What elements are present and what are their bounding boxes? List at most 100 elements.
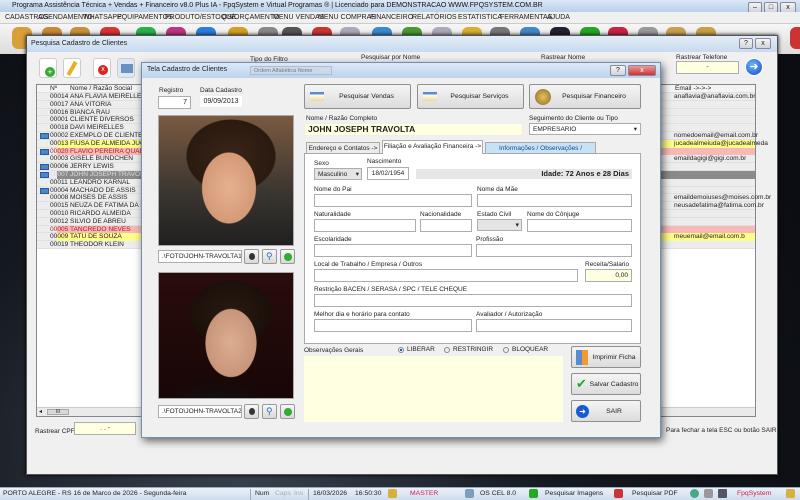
close-hint: Para fechar a tela ESC ou botão SAIR xyxy=(666,427,777,434)
nascimento-label: Nascimento xyxy=(367,158,402,165)
escolaridade-input[interactable] xyxy=(314,244,472,257)
menu-ajuda[interactable]: AJUDA xyxy=(547,12,570,24)
menu-menu-vendas[interactable]: MENU VENDAS xyxy=(273,12,324,24)
restricao-label: Restrição BACEN / SERASA / SPC / TELE CH… xyxy=(314,286,468,293)
track-phone-label: Rastrear Telefone xyxy=(676,54,728,61)
photo-1-path[interactable]: .\FOTO\JOHN-TRAVOLTA1. xyxy=(158,250,242,263)
save-button[interactable]: ✔ Salvar Cadastro xyxy=(571,373,641,395)
printer-icon[interactable] xyxy=(704,489,713,498)
avaliador-input[interactable] xyxy=(476,319,632,332)
go-arrow-button[interactable]: ➜ xyxy=(745,58,763,76)
avaliador-label: Avaliador / Autorização xyxy=(476,311,543,318)
track-phone-input[interactable]: - xyxy=(676,61,739,74)
row-num: 00003 xyxy=(50,155,69,163)
menu-whatsapp[interactable]: WHATSAPP xyxy=(83,12,122,24)
exit-button[interactable]: ➜ SAIR xyxy=(571,400,641,422)
row-num: 00005 xyxy=(50,225,69,233)
restricao-input[interactable] xyxy=(314,294,632,307)
data-cadastro-input[interactable]: 09/09/2013 xyxy=(199,95,243,108)
magnifier-icon: ⚲ xyxy=(266,251,273,261)
print-sheet-button[interactable]: Imprimir Ficha xyxy=(571,346,641,368)
status-os[interactable]: OS CEL 8.0 xyxy=(480,488,516,500)
search-photo-button-1[interactable]: ⚲ xyxy=(262,249,277,264)
edit-client-button[interactable] xyxy=(63,58,81,78)
chevron-down-icon: ▾ xyxy=(515,222,519,229)
search-financial-button[interactable]: Pesquisar Financeiro xyxy=(529,84,641,109)
scroll-left-icon[interactable]: ◂ xyxy=(39,408,42,415)
nome-input[interactable]: JOHN JOSEPH TRAVOLTA xyxy=(304,123,523,136)
close-button[interactable]: x xyxy=(628,65,656,76)
naturalidade-input[interactable] xyxy=(314,219,416,232)
search-sales-label: Pesquisar Vendas xyxy=(339,93,394,100)
row-email: emaildemoiuses@moises.com.br xyxy=(674,194,772,202)
plus-icon: + xyxy=(45,67,55,77)
refresh-icon[interactable] xyxy=(690,489,699,498)
webcam-button-2[interactable] xyxy=(244,404,259,419)
search-services-button[interactable]: Pesquisar Serviços xyxy=(417,84,524,109)
network-icon[interactable] xyxy=(718,489,727,498)
add-client-button[interactable]: + xyxy=(39,58,57,78)
row-email: jucadealmeiuda@jucadealmeda xyxy=(674,139,768,147)
estado-civil-select[interactable]: ▾ xyxy=(477,219,522,231)
delete-icon: x xyxy=(98,65,108,75)
tab-filiacao[interactable]: Filiação e Avaliação Financeira -> xyxy=(382,140,483,154)
receita-input[interactable]: 0,00 xyxy=(585,269,632,282)
pai-input[interactable] xyxy=(314,194,472,207)
menu-relat-rios[interactable]: RELATÓRIOS xyxy=(412,12,457,24)
track-cpf-input[interactable]: . . - xyxy=(74,422,136,435)
search-sales-button[interactable]: Pesquisar Vendas xyxy=(304,84,411,109)
track-name-label: Rastrear Nome xyxy=(541,54,586,61)
photo-attached-icon xyxy=(40,148,49,155)
mae-input[interactable] xyxy=(477,194,632,207)
segmento-select[interactable]: EMPRESARIO ▾ xyxy=(529,123,641,135)
contato-input[interactable] xyxy=(314,319,472,332)
menu-estatistica[interactable]: ESTATISTICA xyxy=(458,12,502,24)
help-button[interactable]: ? xyxy=(610,65,626,76)
scroll-thumb[interactable]: III xyxy=(47,409,69,415)
photo-2-path[interactable]: .\FOTO\JOHN-TRAVOLTA2. xyxy=(158,405,242,418)
receita-label: Receita/Salario xyxy=(585,261,630,268)
row-num: 00007 xyxy=(50,171,69,178)
row-num: 00020 xyxy=(50,147,69,155)
row-email: emaildagigi@gigi.com.br xyxy=(674,155,747,163)
header-email[interactable]: Email ->->-> xyxy=(675,85,711,93)
nascimento-input[interactable]: 18/02/1954 xyxy=(367,167,409,180)
trabalho-input[interactable] xyxy=(314,269,578,282)
menu-os-or-amento[interactable]: OS/ORÇAMENTO xyxy=(222,12,279,24)
client-photo-1 xyxy=(158,115,294,246)
row-num: 00015 xyxy=(50,202,69,210)
close-button[interactable]: x xyxy=(755,38,771,49)
conjuge-input[interactable] xyxy=(527,219,632,232)
header-num[interactable]: Nº xyxy=(50,85,57,93)
row-num: 00011 xyxy=(50,178,68,186)
exit-icon[interactable] xyxy=(790,27,800,49)
status-bar: PORTO ALEGRE - RS 16 de Marco de 2026 - … xyxy=(0,487,800,500)
nacionalidade-input[interactable] xyxy=(420,219,472,232)
webcam-button-1[interactable] xyxy=(244,249,259,264)
checkmark-icon: ✔ xyxy=(576,376,587,391)
radio-checked-icon xyxy=(398,347,404,353)
dialog-title-bar: Tela Cadastro de Clientes Ordem Alfabéti… xyxy=(142,63,660,78)
menu-menu-compras[interactable]: MENU COMPRAS xyxy=(318,12,376,24)
status-pesquisar-pdf[interactable]: Pesquisar PDF xyxy=(632,488,678,500)
print-button[interactable] xyxy=(117,58,135,78)
search-photo-button-2[interactable]: ⚲ xyxy=(262,404,277,419)
profissao-input[interactable] xyxy=(476,244,632,257)
menu-ferramentas[interactable]: FERRAMENTAS xyxy=(500,12,552,24)
sexo-select[interactable]: Masculino ▾ xyxy=(314,168,362,180)
help-button[interactable]: ? xyxy=(739,38,753,49)
header-name[interactable]: Nome / Razão Social xyxy=(70,85,132,93)
filter-type-select[interactable]: Ordem Alfabética Nome xyxy=(250,66,332,75)
dialog-title: Tela Cadastro de Clientes xyxy=(147,66,228,73)
services-icon xyxy=(423,92,437,101)
upload-photo-button-2[interactable] xyxy=(280,404,295,419)
menu-financeiro[interactable]: FINANCEIRO xyxy=(370,12,413,24)
print-sheet-icon xyxy=(576,350,588,365)
observacoes-textarea[interactable] xyxy=(304,356,563,422)
status-pesquisar-imagens[interactable]: Pesquisar Imagens xyxy=(545,488,603,500)
registro-input[interactable]: 7 xyxy=(158,96,191,109)
upload-photo-button-1[interactable] xyxy=(280,249,295,264)
mae-label: Nome da Mãe xyxy=(477,186,518,193)
photo-attached-icon xyxy=(40,187,49,194)
delete-client-button[interactable]: x xyxy=(93,58,111,78)
